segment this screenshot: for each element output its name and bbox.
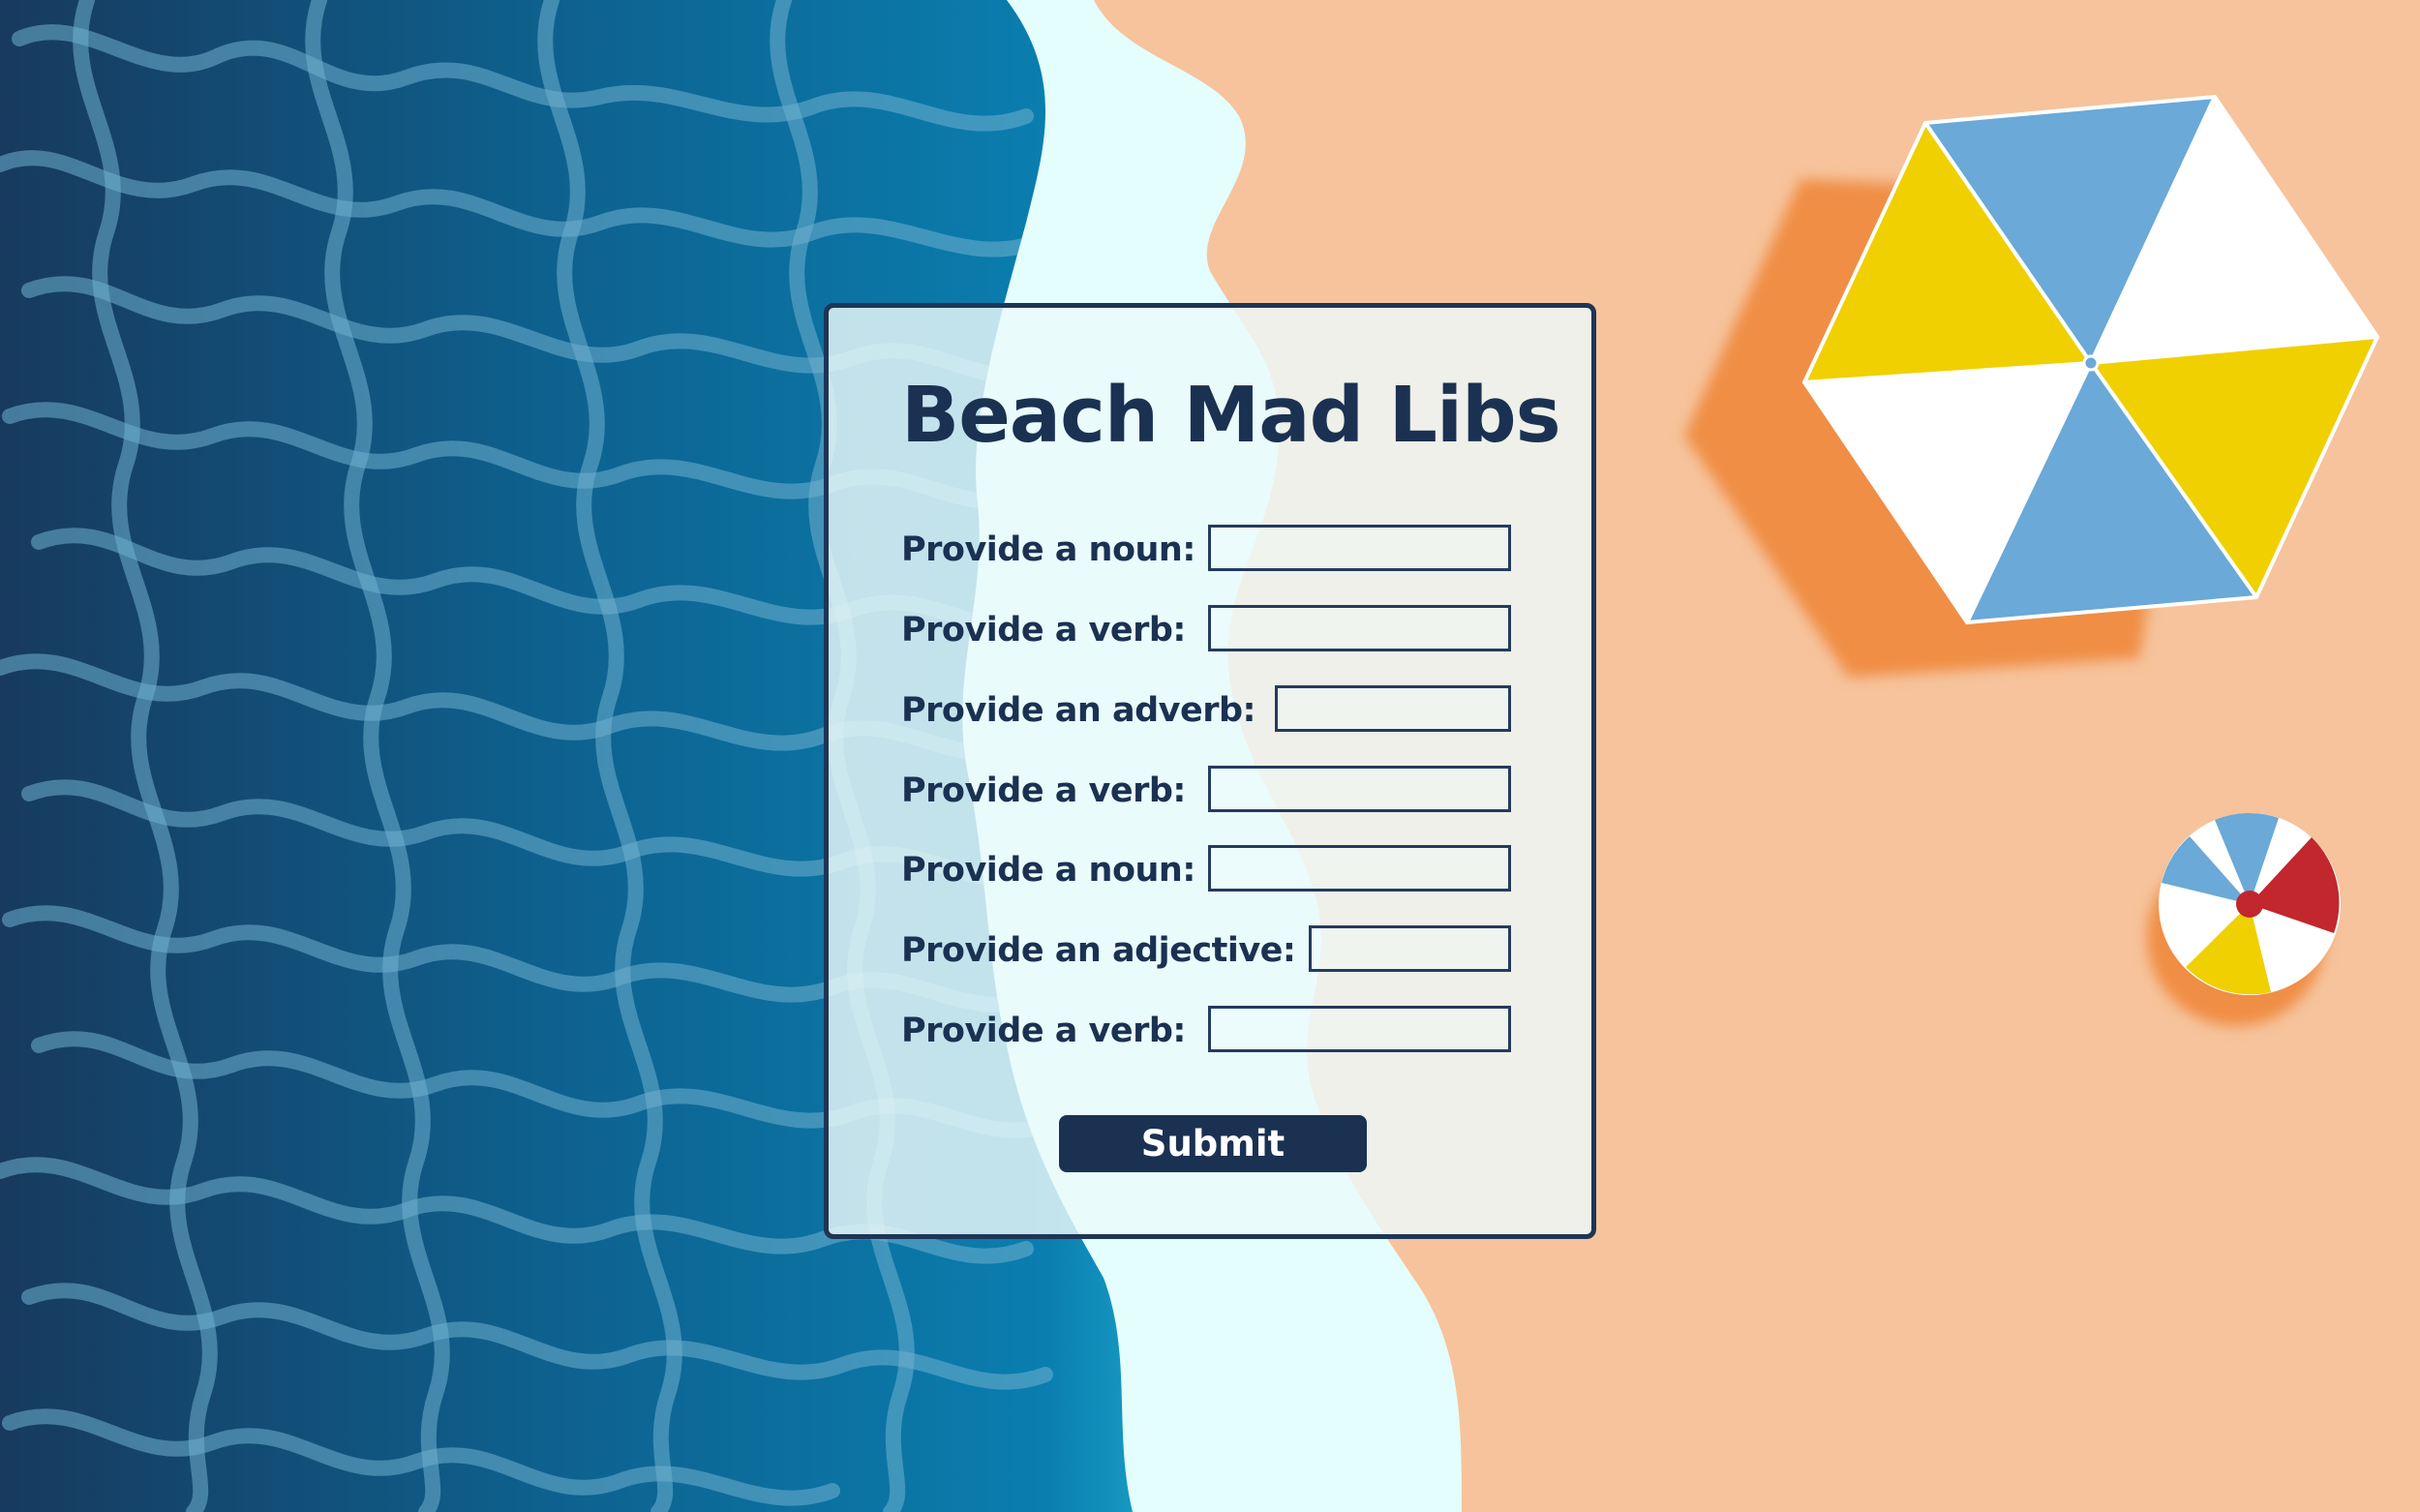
field-row-adjective: Provide an adjective:	[901, 925, 1511, 974]
adjective-label: Provide an adjective:	[901, 931, 1296, 970]
noun-1-label: Provide a noun:	[901, 530, 1195, 569]
field-row-noun-1: Provide a noun:	[901, 525, 1511, 573]
adverb-label: Provide an adverb:	[901, 691, 1256, 730]
field-row-verb-1: Provide a verb:	[901, 605, 1511, 653]
verb-1-input[interactable]	[1208, 605, 1511, 651]
adverb-input[interactable]	[1275, 685, 1511, 732]
noun-1-input[interactable]	[1208, 525, 1511, 571]
field-row-noun-2: Provide a noun:	[901, 845, 1511, 893]
submit-button[interactable]: Submit	[1059, 1115, 1367, 1172]
field-row-adverb: Provide an adverb:	[901, 685, 1511, 734]
noun-2-input[interactable]	[1208, 845, 1511, 892]
field-row-verb-2: Provide a verb:	[901, 766, 1511, 814]
verb-2-input[interactable]	[1208, 766, 1511, 812]
verb-1-label: Provide a verb:	[901, 611, 1186, 650]
verb-3-input[interactable]	[1208, 1006, 1511, 1052]
verb-2-label: Provide a verb:	[901, 771, 1186, 810]
verb-3-label: Provide a verb:	[901, 1012, 1186, 1050]
noun-2-label: Provide a noun:	[901, 851, 1195, 890]
form-title: Beach Mad Libs	[901, 371, 1561, 460]
field-row-verb-3: Provide a verb:	[901, 1006, 1511, 1054]
mad-libs-form: Beach Mad Libs Provide a noun: Provide a…	[824, 303, 1596, 1239]
adjective-input[interactable]	[1309, 925, 1511, 972]
